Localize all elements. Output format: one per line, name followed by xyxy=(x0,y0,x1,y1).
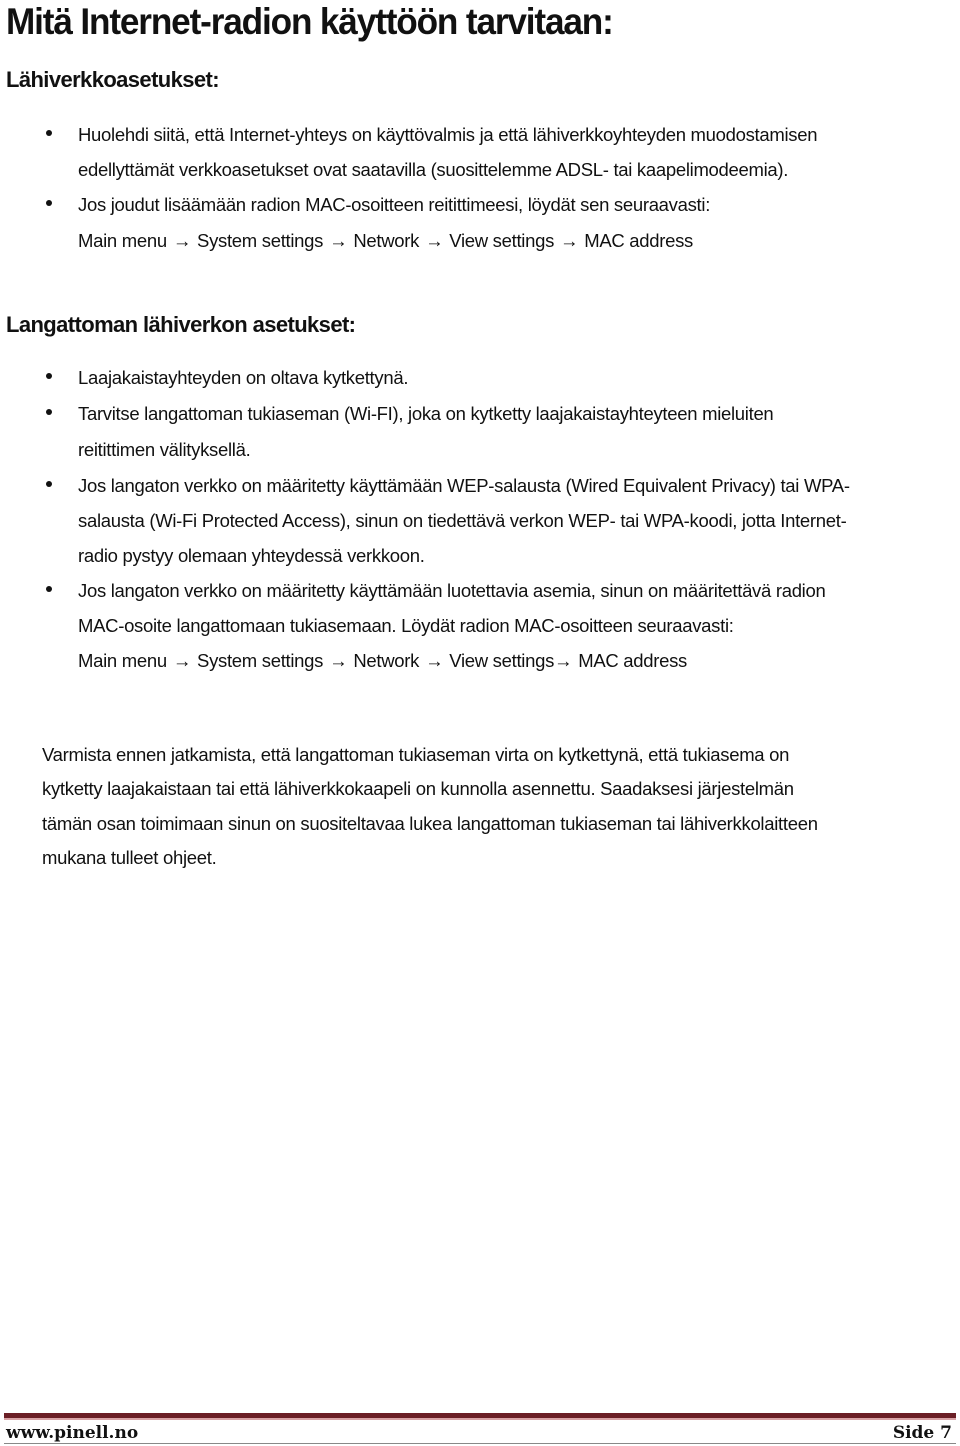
arrow-right-icon: → xyxy=(560,230,579,251)
paragraph-line: tämän osan toimimaan sinun on suositelta… xyxy=(42,813,818,834)
text-line: Jos langaton verkko on määritetty käyttä… xyxy=(78,580,826,601)
path-item: View settings xyxy=(449,230,555,251)
bullet-icon xyxy=(44,200,54,210)
bullet-icon xyxy=(44,481,54,491)
arrow-right-icon: → xyxy=(329,650,348,671)
text-line: MAC-osoite langattomaan tukiasemaan. Löy… xyxy=(78,615,734,636)
text-line: Huolehdi siitä, että Internet-yhteys on … xyxy=(78,124,818,145)
text-line: radio pystyy olemaan yhteydessä verkkoon… xyxy=(78,545,425,566)
arrow-right-icon: → xyxy=(172,650,192,671)
path-item: System settings xyxy=(197,230,324,251)
arrow-right-icon: → xyxy=(329,230,348,251)
text-line: Laajakaistayhteyden on oltava kytkettynä… xyxy=(78,367,409,388)
bullet-icon xyxy=(44,409,54,419)
path-item: MAC address xyxy=(584,230,694,251)
paragraph-line: mukana tulleet ohjeet. xyxy=(42,847,217,868)
bullet-icon xyxy=(44,586,54,596)
arrow-right-icon: → xyxy=(172,230,192,251)
arrow-right-icon: → xyxy=(554,650,573,671)
arrow-right-icon: → xyxy=(425,230,444,251)
menu-path-1: Main menu → System settings → Network → View s… xyxy=(78,229,693,253)
bullet-icon xyxy=(44,373,54,383)
path-item: Main menu xyxy=(78,230,167,251)
path-item: View settings xyxy=(449,650,555,671)
text-line: Jos langaton verkko on määritetty käyttä… xyxy=(78,475,850,496)
text-line: salausta (Wi-Fi Protected Access), sinun… xyxy=(78,510,847,531)
footer-website-link[interactable]: www.pinell.no xyxy=(6,1422,138,1444)
path-item: Main menu xyxy=(78,650,167,671)
menu-path-2: Main menu → System settings → Network → View s… xyxy=(78,649,687,673)
path-item: System settings xyxy=(197,650,324,671)
path-item: Network xyxy=(353,230,420,251)
text-line: reitittimen välityksellä. xyxy=(78,439,251,460)
arrow-right-icon: → xyxy=(425,650,444,671)
text-line: edellyttämät verkkoasetukset ovat saatav… xyxy=(78,159,789,180)
text-line: Jos joudut lisäämään radion MAC-osoittee… xyxy=(78,194,711,215)
bullet-icon xyxy=(44,130,54,140)
paragraph-line: kytketty laajakaistaan tai että lähiverk… xyxy=(42,778,794,799)
section-heading-wlan-settings: Langattoman lähiverkon asetukset: xyxy=(6,312,356,337)
footer-light-bar xyxy=(4,1418,956,1420)
paragraph-line: Varmista ennen jatkamista, että langatto… xyxy=(42,744,790,765)
section-heading-lan-settings: Lähiverkkoasetukset: xyxy=(6,67,220,92)
text-line: Tarvitse langattoman tukiaseman (Wi-FI),… xyxy=(78,403,774,424)
path-item: MAC address xyxy=(578,650,688,671)
path-item: Network xyxy=(353,650,420,671)
footer-underline xyxy=(4,1443,956,1444)
footer-page-number: Side 7 xyxy=(892,1423,952,1443)
page-title: Mitä Internet-radion käyttöön tarvitaan: xyxy=(6,1,614,42)
